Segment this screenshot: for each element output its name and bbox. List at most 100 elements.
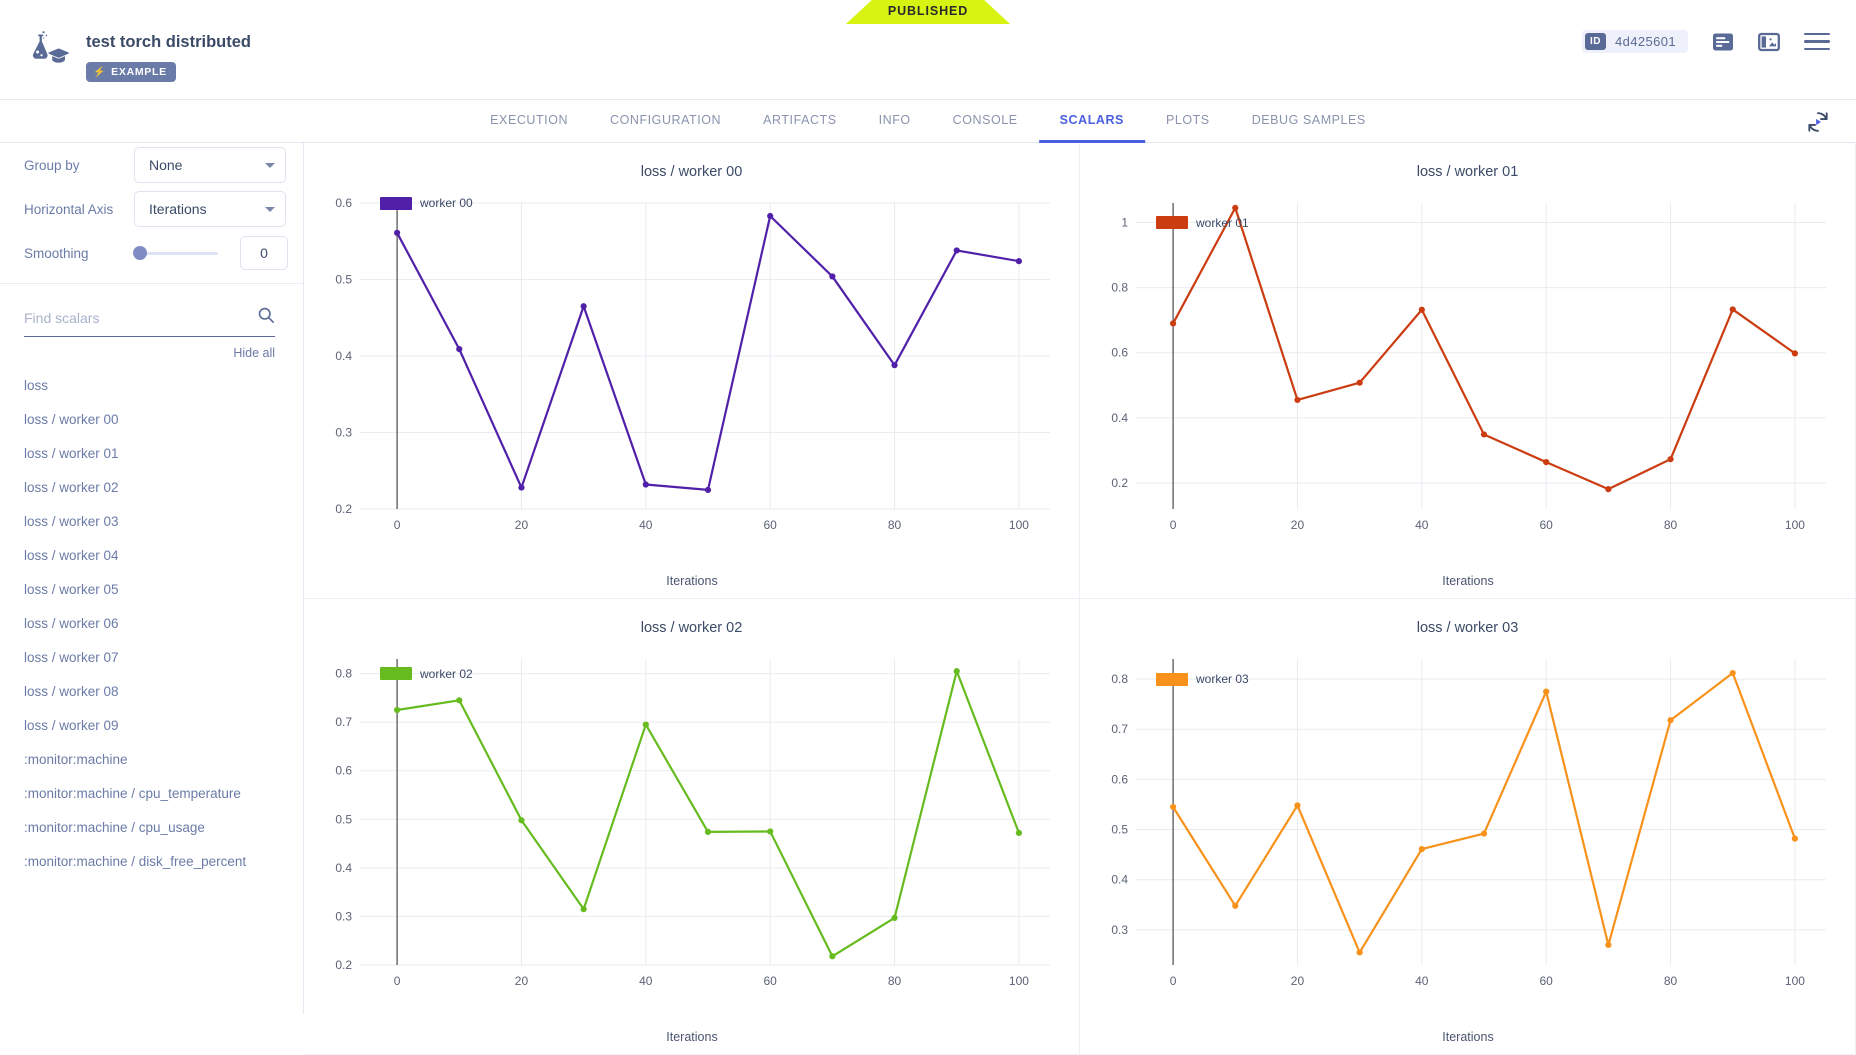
smoothing-slider-thumb[interactable] [133, 246, 147, 260]
id-tag-label: ID [1584, 33, 1606, 50]
group-by-select[interactable]: None [134, 147, 286, 183]
smoothing-row: Smoothing 0 [0, 231, 303, 275]
tab-plots[interactable]: PLOTS [1145, 100, 1231, 143]
search-icon[interactable] [257, 306, 275, 329]
tab-debug-samples[interactable]: DEBUG SAMPLES [1231, 100, 1387, 143]
scalar-list-item[interactable]: :monitor:machine / disk_free_percent [0, 844, 303, 878]
plot-area[interactable]: 0.2 0.3 0.4 0.5 0.6 0.7 0.8 0 20 40 60 80 100 worker … [304, 641, 1080, 1011]
svg-text:0.8: 0.8 [1111, 672, 1128, 686]
tab-execution[interactable]: EXECUTION [469, 100, 589, 143]
chart-legend[interactable]: worker 01 [1156, 216, 1249, 230]
svg-text:0.5: 0.5 [1111, 823, 1128, 837]
chart-panel[interactable]: loss / worker 02 0.2 0.3 0.4 0.5 0.6 0.7 0.8 0 20… [304, 599, 1080, 1055]
scalar-list-item[interactable]: loss / worker 09 [0, 708, 303, 742]
bolt-icon: ⚡ [93, 66, 107, 78]
svg-text:100: 100 [1009, 518, 1029, 532]
scalar-list-item[interactable]: loss / worker 08 [0, 674, 303, 708]
plot-area[interactable]: 0.2 0.3 0.4 0.5 0.6 0 20 40 60 80 100 worker 00 [304, 185, 1080, 555]
svg-text:80: 80 [1664, 518, 1678, 532]
svg-text:0: 0 [1170, 974, 1177, 988]
x-axis-title: Iterations [1442, 574, 1494, 588]
smoothing-value-box[interactable]: 0 [240, 236, 288, 270]
horizontal-axis-label: Horizontal Axis [24, 201, 114, 217]
scalar-list-item[interactable]: :monitor:machine / cpu_temperature [0, 776, 303, 810]
chart-title: loss / worker 01 [1416, 164, 1519, 180]
log-icon[interactable] [1712, 31, 1734, 53]
svg-text:0.2: 0.2 [1111, 476, 1128, 490]
svg-text:0.7: 0.7 [335, 715, 352, 729]
status-badge: ⚡ EXAMPLE [86, 62, 176, 83]
hide-all-button[interactable]: Hide all [0, 337, 303, 360]
chart-title: loss / worker 00 [640, 164, 743, 180]
panel-layout-icon[interactable] [1758, 31, 1780, 53]
legend-color-swatch [380, 196, 412, 210]
horizontal-axis-select[interactable]: Iterations [134, 191, 286, 227]
horizontal-axis-value: Iterations [149, 201, 207, 217]
svg-text:0.3: 0.3 [335, 426, 352, 440]
scalar-list-item[interactable]: loss / worker 02 [0, 470, 303, 504]
svg-text:0.6: 0.6 [335, 196, 352, 210]
chart-panel[interactable]: loss / worker 01 0.2 0.4 0.6 0.8 1 0 20 40 60 80 10… [1080, 143, 1856, 599]
scalar-list-item[interactable]: loss / worker 00 [0, 402, 303, 436]
legend-color-swatch [1156, 672, 1188, 686]
svg-text:80: 80 [888, 974, 902, 988]
tab-scalars[interactable]: SCALARS [1038, 100, 1145, 143]
svg-text:0.7: 0.7 [1111, 722, 1128, 736]
plot-area[interactable]: 0.3 0.4 0.5 0.6 0.7 0.8 0 20 40 60 80 100 worker 03 [1080, 641, 1856, 1011]
svg-text:20: 20 [515, 518, 529, 532]
scalar-list-item[interactable]: :monitor:machine [0, 742, 303, 776]
x-axis-title: Iterations [666, 574, 718, 588]
chart-title: loss / worker 02 [640, 620, 743, 636]
group-by-row: Group by None [0, 143, 303, 187]
group-by-value: None [149, 157, 183, 173]
svg-text:0.8: 0.8 [335, 667, 352, 681]
chart-legend[interactable]: worker 03 [1156, 672, 1249, 686]
svg-text:60: 60 [764, 518, 778, 532]
tab-info[interactable]: INFO [858, 100, 932, 143]
chart-panel[interactable]: loss / worker 00 0.2 0.3 0.4 0.5 0.6 0 20 40 60 80… [304, 143, 1080, 599]
svg-text:0.5: 0.5 [335, 273, 352, 287]
svg-text:0.5: 0.5 [335, 812, 352, 826]
auto-refresh-icon[interactable] [1806, 110, 1830, 139]
task-id-chip[interactable]: ID 4d425601 [1581, 30, 1688, 53]
scalar-list-item[interactable]: loss / worker 07 [0, 640, 303, 674]
smoothing-value: 0 [260, 245, 268, 261]
svg-text:100: 100 [1785, 518, 1805, 532]
scalar-list-item[interactable]: :monitor:machine / cpu_usage [0, 810, 303, 844]
smoothing-slider[interactable] [133, 246, 218, 260]
chart-legend[interactable]: worker 00 [380, 196, 473, 210]
x-axis-title: Iterations [1442, 1030, 1494, 1044]
scalars-sidebar: Group by None Horizontal Axis Iterations… [0, 143, 304, 1014]
search-input[interactable] [24, 309, 257, 326]
svg-text:0.4: 0.4 [335, 349, 352, 363]
group-by-label: Group by [24, 157, 80, 173]
scalar-list-item[interactable]: loss / worker 03 [0, 504, 303, 538]
scalar-list-item[interactable]: loss [0, 368, 303, 402]
id-value: 4d425601 [1614, 34, 1676, 49]
chart-legend[interactable]: worker 02 [380, 667, 473, 681]
legend-color-swatch [1156, 216, 1188, 230]
experiment-flask-icon [22, 30, 70, 70]
app-header: test torch distributed ⚡ EXAMPLE ID 4d42… [0, 0, 1856, 100]
tab-artifacts[interactable]: ARTIFACTS [742, 100, 857, 143]
svg-text:40: 40 [1415, 518, 1429, 532]
tab-configuration[interactable]: CONFIGURATION [589, 100, 742, 143]
tab-console[interactable]: CONSOLE [932, 100, 1039, 143]
chart-title: loss / worker 03 [1416, 620, 1519, 636]
smoothing-label: Smoothing [24, 245, 89, 261]
hamburger-menu-icon[interactable] [1804, 32, 1830, 51]
example-badge-label: EXAMPLE [111, 66, 167, 79]
scalar-list-item[interactable]: loss / worker 04 [0, 538, 303, 572]
svg-text:40: 40 [639, 974, 653, 988]
svg-text:0.2: 0.2 [335, 502, 352, 516]
svg-text:80: 80 [1664, 974, 1678, 988]
svg-text:20: 20 [515, 974, 529, 988]
svg-text:20: 20 [1291, 518, 1305, 532]
scalar-list-item[interactable]: loss / worker 01 [0, 436, 303, 470]
chart-panel[interactable]: loss / worker 03 0.3 0.4 0.5 0.6 0.7 0.8 0 20 40 6… [1080, 599, 1856, 1055]
scalar-list: loss loss / worker 00 loss / worker 01 loss… [0, 368, 303, 878]
plot-area[interactable]: 0.2 0.4 0.6 0.8 1 0 20 40 60 80 100 worker 01 [1080, 185, 1856, 555]
scalar-list-item[interactable]: loss / worker 06 [0, 606, 303, 640]
chevron-down-icon [265, 162, 275, 168]
scalar-list-item[interactable]: loss / worker 05 [0, 572, 303, 606]
